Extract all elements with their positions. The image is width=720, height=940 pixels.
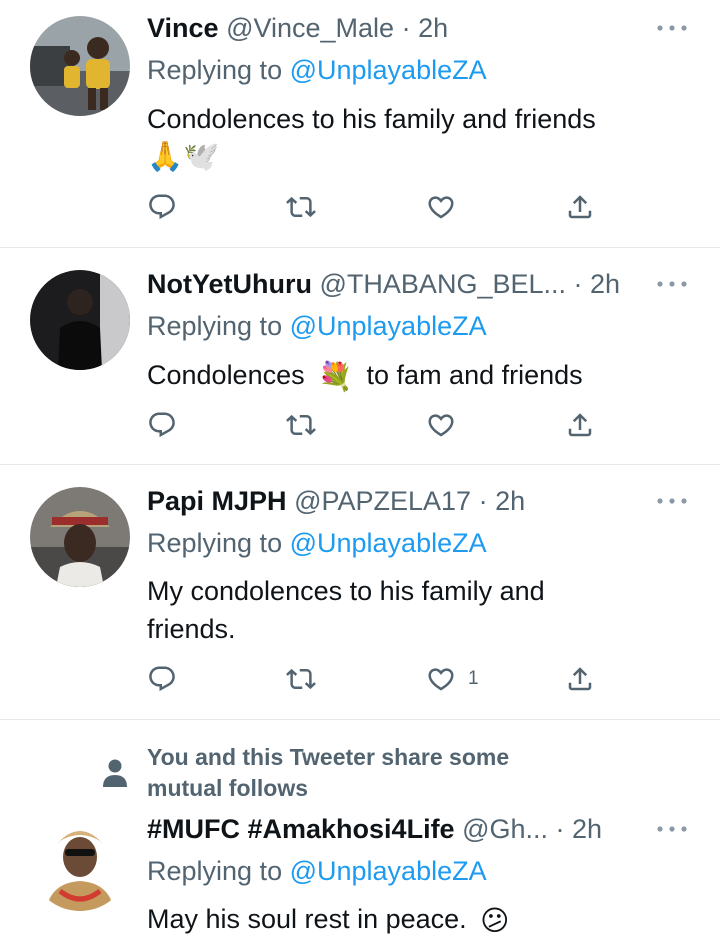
more-icon[interactable]: [654, 18, 690, 38]
retweet-button[interactable]: [286, 187, 316, 227]
user-handle[interactable]: @PAPZELA17: [294, 486, 471, 516]
tweet-text-line: Condolences to his family and friends: [147, 104, 596, 134]
user-handle[interactable]: @THABANG_BEL...: [320, 269, 566, 299]
like-button[interactable]: [426, 187, 468, 227]
tweet-text: May his soul rest in peace. 😕: [147, 900, 687, 940]
like-icon: [426, 664, 456, 694]
avatar[interactable]: [30, 270, 130, 370]
share-icon: [565, 664, 595, 694]
tweet-actions: [147, 187, 607, 227]
timestamp[interactable]: 2h: [590, 269, 620, 299]
timestamp[interactable]: 2h: [572, 814, 602, 844]
share-icon: [565, 410, 595, 440]
tweet-2[interactable]: NotYetUhuru @THABANG_BEL... · 2h Replyin…: [0, 248, 720, 464]
separator: ·: [471, 486, 496, 516]
tweet-text: Condolences to his family and friends 🙏🕊…: [147, 100, 687, 176]
tweet-1[interactable]: Vince @Vince_Male · 2h Replying to @Unpl…: [0, 0, 720, 247]
tweet-text: My condolences to his family and friends…: [147, 572, 687, 648]
social-context-line: You and this Tweeter share some: [147, 744, 510, 770]
user-handle[interactable]: @Gh...: [462, 814, 548, 844]
share-button[interactable]: [565, 187, 595, 227]
share-icon: [565, 192, 595, 222]
like-count: 1: [468, 668, 479, 689]
display-name[interactable]: #MUFC #Amakhosi4Life: [147, 814, 455, 844]
more-icon[interactable]: [654, 819, 690, 839]
retweet-icon: [286, 664, 316, 694]
tweet-actions: 1: [147, 659, 607, 699]
separator: ·: [566, 269, 590, 299]
mention-link[interactable]: @UnplayableZA: [290, 311, 487, 341]
display-name[interactable]: Vince: [147, 13, 219, 43]
replying-to: Replying to @UnplayableZA: [147, 53, 487, 87]
replying-to: Replying to @UnplayableZA: [147, 526, 487, 560]
replying-prefix: Replying to: [147, 55, 290, 85]
replying-prefix: Replying to: [147, 311, 290, 341]
tweet-header: NotYetUhuru @THABANG_BEL... · 2h: [147, 267, 620, 301]
tweet-header: #MUFC #Amakhosi4Life @Gh... · 2h: [147, 812, 602, 846]
replying-to: Replying to @UnplayableZA: [147, 854, 487, 888]
timestamp[interactable]: 2h: [418, 13, 448, 43]
user-handle[interactable]: @Vince_Male: [226, 13, 394, 43]
replying-to: Replying to @UnplayableZA: [147, 309, 487, 343]
reply-button[interactable]: [147, 405, 177, 445]
person-icon: [103, 759, 127, 787]
tweet-text-after: to fam and friends: [366, 360, 583, 390]
tweet-text-line: May his soul rest in peace.: [147, 904, 467, 934]
like-icon: [426, 410, 456, 440]
like-button[interactable]: 1: [426, 659, 479, 699]
bouquet-emoji: 💐: [318, 360, 354, 392]
mention-link[interactable]: @UnplayableZA: [290, 528, 487, 558]
timestamp[interactable]: 2h: [495, 486, 525, 516]
display-name[interactable]: Papi MJPH: [147, 486, 287, 516]
share-button[interactable]: [565, 659, 595, 699]
social-context: You and this Tweeter share some mutual f…: [147, 742, 509, 804]
social-context-line: mutual follows: [147, 775, 308, 801]
tweet-actions: [147, 405, 607, 445]
tweet-text-line: My condolences to his family and: [147, 576, 545, 606]
reply-button[interactable]: [147, 659, 177, 699]
avatar[interactable]: [30, 16, 130, 116]
separator: ·: [548, 814, 573, 844]
tweet-text-line: friends.: [147, 614, 236, 644]
like-icon: [426, 192, 456, 222]
tweet-4[interactable]: You and this Tweeter share some mutual f…: [0, 720, 720, 937]
replying-prefix: Replying to: [147, 856, 290, 886]
separator: ·: [394, 13, 419, 43]
mention-link[interactable]: @UnplayableZA: [290, 856, 487, 886]
mention-link[interactable]: @UnplayableZA: [290, 55, 487, 85]
tweet-header: Papi MJPH @PAPZELA17 · 2h: [147, 484, 525, 518]
reply-button[interactable]: [147, 187, 177, 227]
reply-icon: [147, 664, 177, 694]
display-name[interactable]: NotYetUhuru: [147, 269, 312, 299]
retweet-icon: [286, 192, 316, 222]
tweet-text: Condolences 💐 to fam and friends: [147, 356, 687, 396]
confused-face-emoji: 😕: [480, 904, 510, 936]
share-button[interactable]: [565, 405, 595, 445]
reply-icon: [147, 410, 177, 440]
tweet-text-before: Condolences: [147, 360, 305, 390]
tweet-3[interactable]: Papi MJPH @PAPZELA17 · 2h Replying to @U…: [0, 465, 720, 719]
more-icon[interactable]: [654, 491, 690, 511]
avatar[interactable]: [30, 487, 130, 587]
retweet-icon: [286, 410, 316, 440]
tweet-emojis: 🙏🕊️: [147, 141, 220, 173]
like-button[interactable]: [426, 405, 468, 445]
avatar[interactable]: [30, 811, 130, 911]
more-icon[interactable]: [654, 274, 690, 294]
retweet-button[interactable]: [286, 405, 316, 445]
retweet-button[interactable]: [286, 659, 316, 699]
reply-icon: [147, 192, 177, 222]
replying-prefix: Replying to: [147, 528, 290, 558]
tweet-header: Vince @Vince_Male · 2h: [147, 11, 448, 45]
